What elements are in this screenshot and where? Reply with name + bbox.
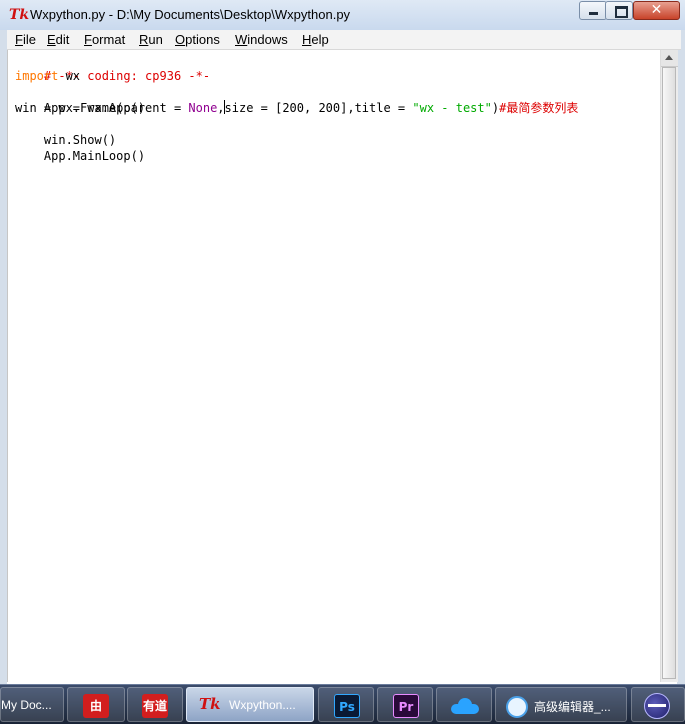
code-builtin: None [188,101,218,115]
taskbar: My Doc... 由 有道 Tk Wxpython.... Ps Pr 高级编… [0,684,685,724]
window-border-left [0,30,7,684]
arrow-up-icon [665,55,673,60]
eclipse-icon [644,693,670,719]
baidu-cloud-icon [451,698,479,714]
code-text: size = [200, 200],title = [224,101,413,115]
code-string: "wx - test" [412,101,492,115]
code-line-6: App.MainLoop() [15,132,145,163]
menu-bar: File Edit Format Run Options Windows Hel… [7,30,681,50]
code-comment: #最简参数列表 [499,101,579,115]
taskbar-item-photoshop[interactable]: Ps [318,687,374,722]
taskbar-label: 高级编辑器_... [534,700,611,714]
taskbar-item-eclipse[interactable] [631,687,685,722]
menu-help[interactable]: Help [302,32,329,47]
taskbar-item-premiere[interactable]: Pr [377,687,433,722]
title-bar[interactable]: Tk Wxpython.py - D:\My Documents\Desktop… [0,0,685,31]
menu-run[interactable]: Run [139,32,163,47]
youdao-icon: 有道 [142,694,168,718]
close-icon: ✕ [650,2,663,18]
close-button[interactable]: ✕ [633,1,680,20]
menu-edit[interactable]: Edit [47,32,69,47]
code-line-1: # -*- coding: cp936 -*- [15,52,210,83]
tk-icon: Tk [9,7,30,23]
code-line-5: win.Show() [15,116,116,147]
qq-browser-icon [506,696,528,718]
tk-icon: Tk [199,695,221,713]
code-line-4: win = wx.Frame(parent = None,size = [200… [15,100,578,116]
taskbar-item-youdao[interactable]: 有道 [127,687,183,722]
taskbar-item-explorer[interactable]: My Doc... [0,687,64,722]
code-keyword: import [15,69,59,83]
photoshop-icon: Ps [334,694,360,718]
menu-file[interactable]: File [15,32,36,47]
maximize-button[interactable] [605,1,633,20]
taskbar-item-app[interactable]: 由 [67,687,125,722]
minimize-icon [589,12,598,15]
app-icon: 由 [83,694,109,718]
window-title: Wxpython.py - D:\My Documents\Desktop\Wx… [30,7,351,22]
menu-windows[interactable]: Windows [235,32,288,47]
code-text: win = wx.Frame(parent = [15,101,189,115]
taskbar-item-wxpython[interactable]: Tk Wxpython.... [186,687,314,722]
code-line-3: App = wx.App() [15,84,145,115]
window-border-right [677,30,685,684]
menu-options[interactable]: Options [175,32,220,47]
code-line-2: import wx [15,68,80,84]
taskbar-label: Wxpython.... [229,698,296,712]
taskbar-item-baidu-cloud[interactable] [436,687,492,722]
maximize-icon [615,6,628,18]
scroll-up-button[interactable] [661,50,678,67]
premiere-icon: Pr [393,694,419,718]
scroll-thumb[interactable] [662,67,676,679]
code-text: ) [491,101,500,115]
code-text: App.MainLoop() [43,149,146,163]
code-text: wx [58,69,81,83]
taskbar-label: My Doc... [1,698,52,712]
menu-format[interactable]: Format [84,32,125,47]
taskbar-item-qq-browser[interactable]: 高级编辑器_... [495,687,627,722]
code-editor[interactable]: # -*- coding: cp936 -*- import wx App = … [7,50,661,682]
vertical-scrollbar[interactable] [660,50,678,682]
minimize-button[interactable] [579,1,607,20]
